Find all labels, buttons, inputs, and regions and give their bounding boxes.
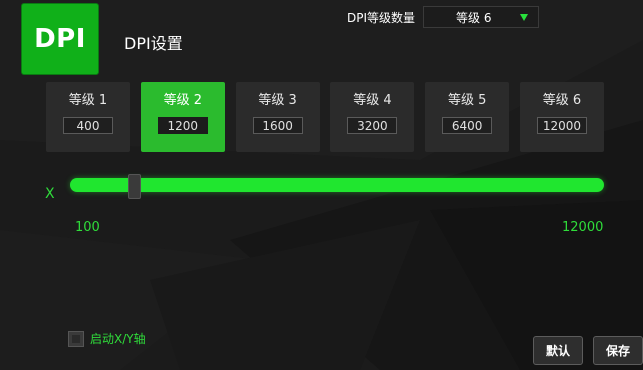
stage-value-input[interactable]: 1600 (252, 117, 303, 134)
stage-card-1[interactable]: 等级 1 400 (46, 82, 130, 152)
stage-card-6[interactable]: 等级 6 12000 (519, 82, 604, 152)
dpi-slider-thumb[interactable] (128, 174, 141, 199)
slider-max-label: 12000 (562, 220, 604, 235)
save-button[interactable]: 保存 (593, 336, 643, 365)
xy-axis-label: 启动X/Y轴 (90, 332, 146, 346)
stage-label: 等级 5 (447, 93, 487, 108)
stage-label: 等级 6 (542, 93, 582, 108)
stage-card-4[interactable]: 等级 4 3200 (330, 82, 415, 152)
level-count-value: 等级 6 (456, 10, 492, 25)
dpi-stage-row: 等级 1 400 等级 2 1200 等级 3 1600 等级 4 3200 等… (46, 82, 604, 152)
stage-label: 等级 1 (68, 93, 108, 108)
xy-axis-checkbox[interactable] (68, 330, 84, 347)
stage-value-input[interactable]: 1200 (157, 117, 208, 134)
stage-card-5[interactable]: 等级 5 6400 (425, 82, 510, 152)
stage-card-3[interactable]: 等级 3 1600 (235, 82, 320, 152)
page-title: DPI设置 (124, 34, 183, 53)
stage-value-input[interactable]: 3200 (347, 117, 398, 134)
slider-min-label: 100 (75, 220, 100, 235)
xy-axis-toggle[interactable]: 启动X/Y轴 (68, 330, 146, 347)
caret-down-icon (520, 14, 528, 21)
dpi-logo-text: DPI (34, 24, 86, 54)
stage-value-input[interactable]: 400 (63, 117, 113, 134)
stage-value-input[interactable]: 12000 (536, 117, 587, 134)
stage-label: 等级 4 (353, 93, 392, 108)
x-axis-label: X (45, 186, 55, 202)
default-button[interactable]: 默认 (533, 336, 583, 365)
level-count-select[interactable]: 等级 6 (423, 6, 539, 28)
dpi-slider-track[interactable] (70, 178, 604, 192)
dpi-logo: DPI (21, 3, 99, 75)
stage-card-2[interactable]: 等级 2 1200 (140, 82, 225, 152)
stage-label: 等级 3 (258, 93, 297, 108)
stage-label: 等级 2 (163, 93, 202, 108)
stage-value-input[interactable]: 6400 (442, 117, 493, 134)
level-count-label: DPI等级数量 (347, 11, 416, 25)
